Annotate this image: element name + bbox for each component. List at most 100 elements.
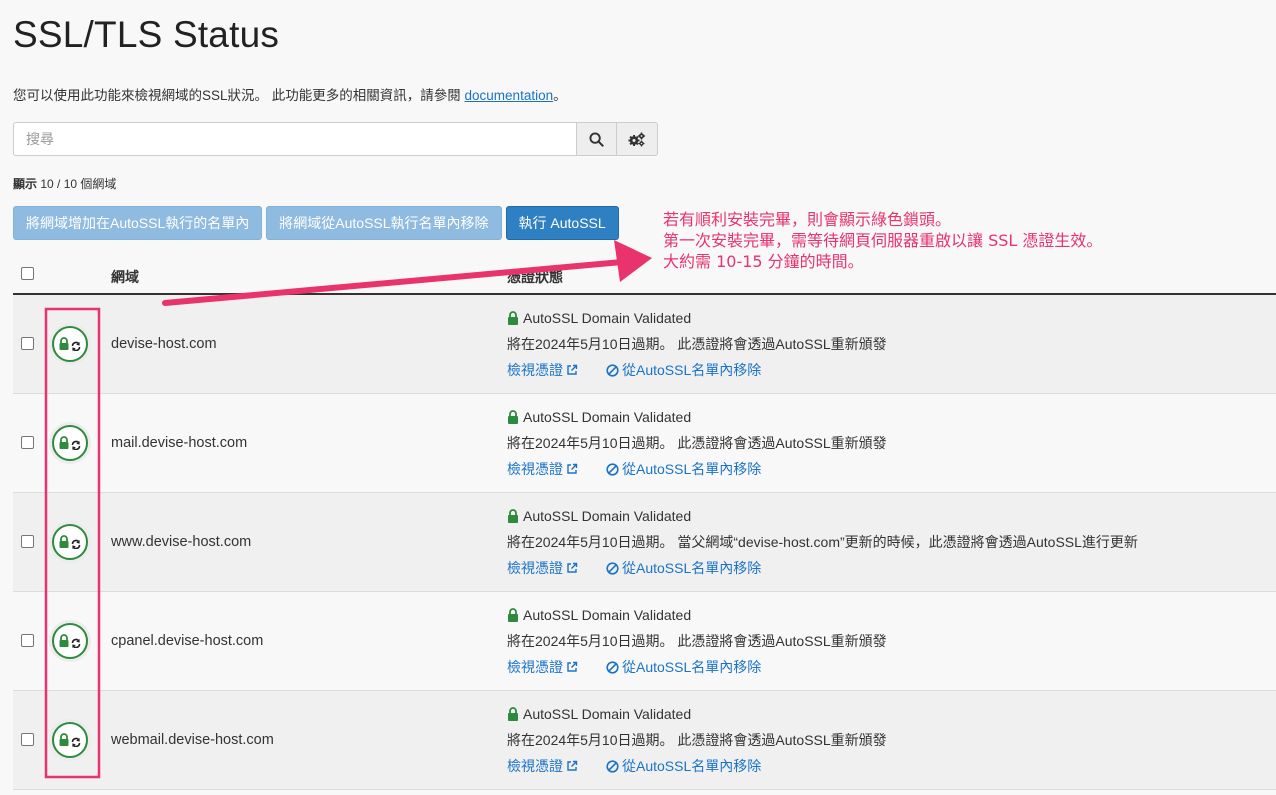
search-input[interactable]: [13, 122, 576, 156]
external-link-icon: [567, 463, 578, 474]
view-certificate-label: 檢視憑證: [507, 758, 563, 774]
table-row: cpanel.devise-host.com AutoSSL Domain Va…: [13, 592, 1276, 691]
table-row: www.devise-host.com AutoSSL Domain Valid…: [13, 493, 1276, 592]
lock-icon: [508, 509, 518, 523]
remove-from-autossl-label: 從AutoSSL名單內移除: [622, 758, 762, 774]
ban-icon: [606, 660, 619, 674]
view-certificate-label: 檢視憑證: [507, 461, 563, 477]
certificate-status: AutoSSL Domain Validated 將在2024年5月10日過期。…: [507, 606, 887, 677]
view-certificate-link[interactable]: 檢視憑證: [507, 459, 578, 479]
lock-icon: [59, 436, 81, 450]
row-checkbox[interactable]: [21, 337, 34, 350]
settings-button[interactable]: [617, 122, 658, 156]
expiry-text: 將在2024年5月10日過期。 此憑證將會透過AutoSSL重新頒發: [507, 633, 887, 649]
ban-icon: [606, 561, 619, 575]
lock-icon: [508, 707, 518, 721]
remove-from-autossl-label: 從AutoSSL名單內移除: [622, 560, 762, 576]
intro-end: 。: [553, 88, 567, 103]
gears-icon: [628, 131, 646, 146]
remove-from-autossl-label: 從AutoSSL名單內移除: [622, 659, 762, 675]
search-bar: [13, 122, 658, 156]
intro-text: 您可以使用此功能來檢視網域的SSL狀況。 此功能更多的相關資訊，請參閱 docu…: [13, 84, 567, 104]
lock-icon: [508, 311, 518, 325]
count-value: 10 / 10 個網域: [37, 177, 117, 191]
domains-table: 網域 憑證狀態 devise-host.com AutoSSL Domain V…: [13, 256, 1276, 790]
documentation-link[interactable]: documentation: [465, 88, 554, 103]
status-label: AutoSSL Domain Validated: [523, 409, 692, 425]
domain-name: mail.devise-host.com: [111, 435, 248, 451]
run-autossl-button[interactable]: 執行 AutoSSL: [505, 206, 619, 240]
table-row: webmail.devise-host.com AutoSSL Domain V…: [13, 691, 1276, 790]
certificate-status: AutoSSL Domain Validated 將在2024年5月10日過期。…: [507, 309, 887, 380]
remove-from-autossl-link[interactable]: 從AutoSSL名單內移除: [606, 756, 761, 776]
certificate-status: AutoSSL Domain Validated 將在2024年5月10日過期。…: [507, 408, 887, 479]
remove-from-autossl-link[interactable]: 從AutoSSL名單內移除: [606, 459, 761, 479]
row-checkbox[interactable]: [21, 535, 34, 548]
status-label: AutoSSL Domain Validated: [523, 310, 692, 326]
view-certificate-label: 檢視憑證: [507, 560, 563, 576]
annotation-line-2: 第一次安裝完畢，需等待網頁伺服器重啟以讓 SSL 憑證生效。: [663, 231, 1103, 250]
expiry-text: 將在2024年5月10日過期。 此憑證將會透過AutoSSL重新頒發: [507, 732, 887, 748]
annotation-note: 若有順利安裝完畢，則會顯示綠色鎖頭。 第一次安裝完畢，需等待網頁伺服器重啟以讓 …: [663, 209, 1102, 272]
expiry-text: 將在2024年5月10日過期。 此憑證將會透過AutoSSL重新頒發: [507, 336, 887, 352]
lock-icon: [59, 337, 81, 351]
lock-icon: [59, 535, 81, 549]
external-link-icon: [567, 661, 578, 672]
remove-from-autossl-label: 從AutoSSL名單內移除: [622, 362, 762, 378]
intro-description: 您可以使用此功能來檢視網域的SSL狀況。 此功能更多的相關資訊，請參閱: [13, 88, 465, 103]
table-row: mail.devise-host.com AutoSSL Domain Vali…: [13, 394, 1276, 493]
lock-icon: [508, 410, 518, 424]
select-all-checkbox[interactable]: [21, 267, 34, 280]
status-label: AutoSSL Domain Validated: [523, 706, 692, 722]
domain-name: webmail.devise-host.com: [111, 732, 274, 748]
domain-name: devise-host.com: [111, 336, 217, 352]
certificate-status: AutoSSL Domain Validated 將在2024年5月10日過期。…: [507, 705, 887, 776]
view-certificate-label: 檢視憑證: [507, 362, 563, 378]
count-label: 顯示: [13, 177, 38, 191]
search-button[interactable]: [576, 122, 617, 156]
ban-icon: [606, 363, 619, 377]
status-label: AutoSSL Domain Validated: [523, 508, 692, 524]
column-header-status[interactable]: 憑證狀態: [507, 267, 563, 287]
remove-from-autossl-link[interactable]: 從AutoSSL名單內移除: [606, 360, 761, 380]
status-label: AutoSSL Domain Validated: [523, 607, 692, 623]
action-buttons: 將網域增加在AutoSSL執行的名單內 將網域從AutoSSL執行名單內移除 執…: [13, 206, 619, 240]
row-checkbox[interactable]: [21, 634, 34, 647]
view-certificate-link[interactable]: 檢視憑證: [507, 558, 578, 578]
lock-status-icon: [52, 326, 88, 362]
table-row: devise-host.com AutoSSL Domain Validated…: [13, 295, 1276, 394]
external-link-icon: [567, 364, 578, 375]
lock-status-icon: [52, 425, 88, 461]
lock-icon: [59, 634, 81, 648]
column-header-domain[interactable]: 網域: [111, 267, 139, 287]
search-icon: [589, 131, 604, 147]
remove-from-autossl-link[interactable]: 從AutoSSL名單內移除: [606, 558, 761, 578]
remove-from-autossl-button[interactable]: 將網域從AutoSSL執行名單內移除: [266, 206, 502, 240]
view-certificate-label: 檢視憑證: [507, 659, 563, 675]
remove-from-autossl-label: 從AutoSSL名單內移除: [622, 461, 762, 477]
annotation-line-3: 大約需 10-15 分鐘的時間。: [663, 252, 864, 271]
domain-name: www.devise-host.com: [111, 534, 252, 550]
expiry-text: 將在2024年5月10日過期。 此憑證將會透過AutoSSL重新頒發: [507, 435, 887, 451]
ban-icon: [606, 462, 619, 476]
remove-from-autossl-link[interactable]: 從AutoSSL名單內移除: [606, 657, 761, 677]
lock-icon: [59, 733, 81, 747]
annotation-line-1: 若有順利安裝完畢，則會顯示綠色鎖頭。: [663, 210, 952, 229]
add-to-autossl-button[interactable]: 將網域增加在AutoSSL執行的名單內: [13, 206, 263, 240]
external-link-icon: [567, 760, 578, 771]
row-checkbox[interactable]: [21, 436, 34, 449]
lock-icon: [508, 608, 518, 622]
domain-count: 顯示 10 / 10 個網域: [13, 175, 116, 192]
lock-status-icon: [52, 524, 88, 560]
lock-status-icon: [52, 722, 88, 758]
certificate-status: AutoSSL Domain Validated 將在2024年5月10日過期。…: [507, 507, 1138, 578]
row-checkbox[interactable]: [21, 733, 34, 746]
view-certificate-link[interactable]: 檢視憑證: [507, 756, 578, 776]
page-title: SSL/TLS Status: [13, 14, 280, 55]
expiry-text: 將在2024年5月10日過期。 當父網域“devise-host.com”更新的…: [507, 534, 1138, 550]
ban-icon: [606, 759, 619, 773]
domain-name: cpanel.devise-host.com: [111, 633, 264, 649]
external-link-icon: [567, 562, 578, 573]
view-certificate-link[interactable]: 檢視憑證: [507, 360, 578, 380]
view-certificate-link[interactable]: 檢視憑證: [507, 657, 578, 677]
